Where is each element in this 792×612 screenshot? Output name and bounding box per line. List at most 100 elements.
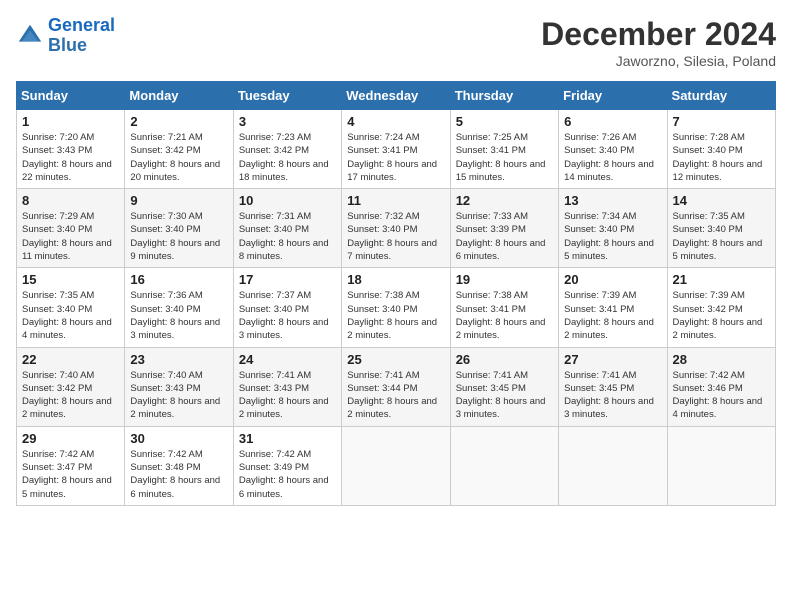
day-number: 20 bbox=[564, 272, 661, 287]
day-info: Sunrise: 7:42 AM Sunset: 3:49 PM Dayligh… bbox=[239, 448, 336, 501]
day-number: 24 bbox=[239, 352, 336, 367]
day-number: 5 bbox=[456, 114, 553, 129]
logo: General Blue bbox=[16, 16, 115, 56]
day-info: Sunrise: 7:39 AM Sunset: 3:41 PM Dayligh… bbox=[564, 289, 661, 342]
week-row-2: 8 Sunrise: 7:29 AM Sunset: 3:40 PM Dayli… bbox=[17, 189, 776, 268]
day-info: Sunrise: 7:42 AM Sunset: 3:46 PM Dayligh… bbox=[673, 369, 770, 422]
day-number: 15 bbox=[22, 272, 119, 287]
day-info: Sunrise: 7:41 AM Sunset: 3:43 PM Dayligh… bbox=[239, 369, 336, 422]
weekday-wednesday: Wednesday bbox=[342, 82, 450, 110]
day-info: Sunrise: 7:35 AM Sunset: 3:40 PM Dayligh… bbox=[673, 210, 770, 263]
day-number: 8 bbox=[22, 193, 119, 208]
day-info: Sunrise: 7:23 AM Sunset: 3:42 PM Dayligh… bbox=[239, 131, 336, 184]
day-number: 25 bbox=[347, 352, 444, 367]
week-row-3: 15 Sunrise: 7:35 AM Sunset: 3:40 PM Dayl… bbox=[17, 268, 776, 347]
day-number: 4 bbox=[347, 114, 444, 129]
day-cell: 25 Sunrise: 7:41 AM Sunset: 3:44 PM Dayl… bbox=[342, 347, 450, 426]
day-info: Sunrise: 7:31 AM Sunset: 3:40 PM Dayligh… bbox=[239, 210, 336, 263]
day-cell: 21 Sunrise: 7:39 AM Sunset: 3:42 PM Dayl… bbox=[667, 268, 775, 347]
day-info: Sunrise: 7:39 AM Sunset: 3:42 PM Dayligh… bbox=[673, 289, 770, 342]
day-info: Sunrise: 7:28 AM Sunset: 3:40 PM Dayligh… bbox=[673, 131, 770, 184]
day-number: 29 bbox=[22, 431, 119, 446]
day-cell: 1 Sunrise: 7:20 AM Sunset: 3:43 PM Dayli… bbox=[17, 110, 125, 189]
day-cell bbox=[559, 426, 667, 505]
day-info: Sunrise: 7:33 AM Sunset: 3:39 PM Dayligh… bbox=[456, 210, 553, 263]
day-cell: 6 Sunrise: 7:26 AM Sunset: 3:40 PM Dayli… bbox=[559, 110, 667, 189]
day-cell: 30 Sunrise: 7:42 AM Sunset: 3:48 PM Dayl… bbox=[125, 426, 233, 505]
day-number: 6 bbox=[564, 114, 661, 129]
day-number: 31 bbox=[239, 431, 336, 446]
day-info: Sunrise: 7:42 AM Sunset: 3:48 PM Dayligh… bbox=[130, 448, 227, 501]
day-info: Sunrise: 7:38 AM Sunset: 3:40 PM Dayligh… bbox=[347, 289, 444, 342]
day-info: Sunrise: 7:29 AM Sunset: 3:40 PM Dayligh… bbox=[22, 210, 119, 263]
calendar-body: 1 Sunrise: 7:20 AM Sunset: 3:43 PM Dayli… bbox=[17, 110, 776, 506]
day-cell: 29 Sunrise: 7:42 AM Sunset: 3:47 PM Dayl… bbox=[17, 426, 125, 505]
day-cell: 18 Sunrise: 7:38 AM Sunset: 3:40 PM Dayl… bbox=[342, 268, 450, 347]
weekday-sunday: Sunday bbox=[17, 82, 125, 110]
day-cell: 4 Sunrise: 7:24 AM Sunset: 3:41 PM Dayli… bbox=[342, 110, 450, 189]
weekday-friday: Friday bbox=[559, 82, 667, 110]
day-cell: 3 Sunrise: 7:23 AM Sunset: 3:42 PM Dayli… bbox=[233, 110, 341, 189]
day-cell: 9 Sunrise: 7:30 AM Sunset: 3:40 PM Dayli… bbox=[125, 189, 233, 268]
day-cell: 12 Sunrise: 7:33 AM Sunset: 3:39 PM Dayl… bbox=[450, 189, 558, 268]
day-number: 1 bbox=[22, 114, 119, 129]
day-info: Sunrise: 7:35 AM Sunset: 3:40 PM Dayligh… bbox=[22, 289, 119, 342]
weekday-monday: Monday bbox=[125, 82, 233, 110]
day-info: Sunrise: 7:36 AM Sunset: 3:40 PM Dayligh… bbox=[130, 289, 227, 342]
day-cell: 19 Sunrise: 7:38 AM Sunset: 3:41 PM Dayl… bbox=[450, 268, 558, 347]
day-info: Sunrise: 7:26 AM Sunset: 3:40 PM Dayligh… bbox=[564, 131, 661, 184]
day-number: 22 bbox=[22, 352, 119, 367]
day-number: 11 bbox=[347, 193, 444, 208]
day-number: 2 bbox=[130, 114, 227, 129]
weekday-tuesday: Tuesday bbox=[233, 82, 341, 110]
day-number: 3 bbox=[239, 114, 336, 129]
day-cell: 11 Sunrise: 7:32 AM Sunset: 3:40 PM Dayl… bbox=[342, 189, 450, 268]
day-info: Sunrise: 7:25 AM Sunset: 3:41 PM Dayligh… bbox=[456, 131, 553, 184]
day-number: 7 bbox=[673, 114, 770, 129]
day-number: 28 bbox=[673, 352, 770, 367]
logo-text: General Blue bbox=[48, 16, 115, 56]
day-cell: 8 Sunrise: 7:29 AM Sunset: 3:40 PM Dayli… bbox=[17, 189, 125, 268]
day-info: Sunrise: 7:24 AM Sunset: 3:41 PM Dayligh… bbox=[347, 131, 444, 184]
day-info: Sunrise: 7:42 AM Sunset: 3:47 PM Dayligh… bbox=[22, 448, 119, 501]
day-number: 27 bbox=[564, 352, 661, 367]
weekday-saturday: Saturday bbox=[667, 82, 775, 110]
day-cell: 5 Sunrise: 7:25 AM Sunset: 3:41 PM Dayli… bbox=[450, 110, 558, 189]
day-info: Sunrise: 7:37 AM Sunset: 3:40 PM Dayligh… bbox=[239, 289, 336, 342]
day-info: Sunrise: 7:41 AM Sunset: 3:44 PM Dayligh… bbox=[347, 369, 444, 422]
day-info: Sunrise: 7:32 AM Sunset: 3:40 PM Dayligh… bbox=[347, 210, 444, 263]
day-number: 19 bbox=[456, 272, 553, 287]
title-block: December 2024 Jaworzno, Silesia, Poland bbox=[541, 16, 776, 69]
day-info: Sunrise: 7:38 AM Sunset: 3:41 PM Dayligh… bbox=[456, 289, 553, 342]
day-cell: 17 Sunrise: 7:37 AM Sunset: 3:40 PM Dayl… bbox=[233, 268, 341, 347]
day-number: 9 bbox=[130, 193, 227, 208]
day-cell: 31 Sunrise: 7:42 AM Sunset: 3:49 PM Dayl… bbox=[233, 426, 341, 505]
location: Jaworzno, Silesia, Poland bbox=[541, 53, 776, 69]
day-info: Sunrise: 7:40 AM Sunset: 3:43 PM Dayligh… bbox=[130, 369, 227, 422]
day-number: 12 bbox=[456, 193, 553, 208]
day-number: 30 bbox=[130, 431, 227, 446]
calendar-table: SundayMondayTuesdayWednesdayThursdayFrid… bbox=[16, 81, 776, 506]
day-cell: 24 Sunrise: 7:41 AM Sunset: 3:43 PM Dayl… bbox=[233, 347, 341, 426]
day-cell: 14 Sunrise: 7:35 AM Sunset: 3:40 PM Dayl… bbox=[667, 189, 775, 268]
day-info: Sunrise: 7:41 AM Sunset: 3:45 PM Dayligh… bbox=[564, 369, 661, 422]
day-cell: 28 Sunrise: 7:42 AM Sunset: 3:46 PM Dayl… bbox=[667, 347, 775, 426]
logo-icon bbox=[16, 22, 44, 50]
day-cell: 7 Sunrise: 7:28 AM Sunset: 3:40 PM Dayli… bbox=[667, 110, 775, 189]
day-number: 18 bbox=[347, 272, 444, 287]
week-row-1: 1 Sunrise: 7:20 AM Sunset: 3:43 PM Dayli… bbox=[17, 110, 776, 189]
day-number: 14 bbox=[673, 193, 770, 208]
day-cell: 2 Sunrise: 7:21 AM Sunset: 3:42 PM Dayli… bbox=[125, 110, 233, 189]
day-cell bbox=[342, 426, 450, 505]
weekday-header-row: SundayMondayTuesdayWednesdayThursdayFrid… bbox=[17, 82, 776, 110]
day-info: Sunrise: 7:30 AM Sunset: 3:40 PM Dayligh… bbox=[130, 210, 227, 263]
week-row-5: 29 Sunrise: 7:42 AM Sunset: 3:47 PM Dayl… bbox=[17, 426, 776, 505]
day-number: 26 bbox=[456, 352, 553, 367]
day-info: Sunrise: 7:41 AM Sunset: 3:45 PM Dayligh… bbox=[456, 369, 553, 422]
month-title: December 2024 bbox=[541, 16, 776, 53]
day-cell bbox=[450, 426, 558, 505]
day-number: 16 bbox=[130, 272, 227, 287]
day-cell bbox=[667, 426, 775, 505]
weekday-thursday: Thursday bbox=[450, 82, 558, 110]
page-header: General Blue December 2024 Jaworzno, Sil… bbox=[16, 16, 776, 69]
